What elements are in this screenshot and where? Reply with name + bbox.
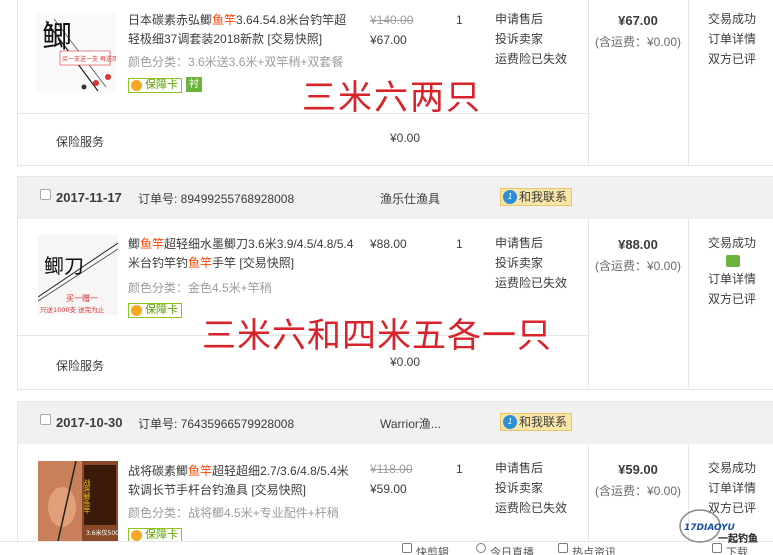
order-number: 订单号: 89499255768928008 — [138, 192, 295, 206]
annotation-overlay-1: 三米六两只 — [302, 78, 482, 118]
news-button[interactable]: 热点资讯 — [558, 543, 616, 555]
checkbox-icon[interactable] — [40, 189, 51, 200]
total-price-2: ¥88.00 — [618, 237, 658, 252]
product-image-3: 战将鲫鱼竿 3.6米仅50G — [38, 461, 118, 541]
checkbox-icon[interactable] — [40, 414, 51, 425]
product-attr-2: 颜色分类：金色4.5米+竿稍 — [128, 281, 272, 295]
insurance-price-2: ¥0.00 — [390, 355, 421, 369]
bottom-toolbar: 快剪辑 今日直播 热点资讯 下载 — [0, 541, 773, 555]
thumb-brand-text: 战将鲫鱼竿 — [83, 478, 91, 515]
service-links-2: 申请售后 投诉卖家 运费险已失效 — [495, 233, 567, 293]
badges-2: 保障卡 — [128, 302, 182, 318]
product-thumb-2[interactable]: 鲫刀 买一赠一 只送1000支 送完为止 — [38, 235, 118, 315]
guarantee-badge[interactable]: 保障卡 — [128, 78, 182, 93]
annotation-overlay-2: 三米六和四米五各一只 — [202, 316, 552, 356]
thumb-brand-text: 鲫 — [42, 20, 72, 55]
order-card-3: 战将鲫鱼竿 3.6米仅50G 战将碳素鲫鱼竿超轻超细2.7/3.6/4.8/5.… — [17, 444, 773, 555]
product-attr-1: 颜色分类：3.6米送3.6米+双竿稍+双套餐 — [128, 55, 344, 69]
contact-seller-button[interactable]: 1 和我联系 — [500, 413, 573, 431]
thumb-promo-red: 只送1000支 送完为止 — [40, 305, 105, 314]
product-attr-3: 颜色分类：战将鲫4.5米+专业配件+杆稍 — [128, 506, 339, 520]
review-status: 双方已评 — [708, 52, 757, 66]
quantity-2: 1 — [456, 237, 463, 251]
shield-icon — [131, 80, 142, 91]
thumb-brand-text: 鲫刀 — [44, 254, 84, 278]
contact-seller-button[interactable]: 1 和我联系 — [500, 188, 573, 206]
review-status: 双方已评 — [708, 292, 757, 306]
watermark-brand: 一起钓鱼 — [718, 532, 758, 545]
product-title-1[interactable]: 日本碳素赤弘鲫鱼竿3.64.54.8米台钓竿超轻极细37调套装2018新款 [交… — [128, 11, 356, 49]
product-image-2: 鲫刀 买一赠一 只送1000支 送完为止 — [38, 235, 118, 315]
original-price-1: ¥140.00 — [370, 13, 414, 27]
thumb-promo-text: 买一支送一支 再送双礼包 — [62, 55, 116, 63]
insurance-label-1: 保险服务 — [56, 135, 105, 149]
status-links-2: 交易成功 订单详情 双方已评 — [708, 233, 756, 309]
thumb-promo-text: 买一赠一 — [66, 293, 98, 303]
order-date: 2017-11-17 — [56, 190, 122, 205]
apply-aftersale-link[interactable]: 申请售后 — [495, 9, 567, 29]
shield-icon — [131, 305, 142, 316]
product-title-3[interactable]: 战将碳素鲫鱼竿超轻超细2.7/3.6/4.8/5.4米软调长节手杆台钓渔具 [交… — [128, 462, 356, 500]
thumb-promo-text: 3.6米仅50G — [86, 529, 118, 537]
badges-1: 保障卡衬 — [128, 77, 202, 93]
service-links-3: 申请售后 投诉卖家 运费险已失效 — [495, 458, 567, 518]
complain-seller-link[interactable]: 投诉卖家 — [495, 253, 567, 273]
wangwang-icon: 1 — [503, 415, 517, 429]
freight-insurance-status: 运费险已失效 — [495, 276, 568, 290]
unit-price-3: ¥59.00 — [370, 482, 407, 496]
quantity-3: 1 — [456, 462, 463, 476]
order-card-2: 鲫刀 买一赠一 只送1000支 送完为止 鲫鱼竿超轻细水墨鲫刀3.6米3.9/4… — [17, 219, 773, 390]
order-detail-link[interactable]: 订单详情 — [708, 478, 756, 498]
insurance-price-1: ¥0.00 — [390, 131, 421, 145]
scissors-icon — [402, 543, 412, 553]
original-price-3: ¥118.00 — [370, 462, 413, 476]
total-price-1: ¥67.00 — [618, 13, 658, 28]
complain-seller-link[interactable]: 投诉卖家 — [495, 29, 567, 49]
shipping-fee-2: (含运费：¥0.00) — [594, 259, 682, 273]
shield-icon — [131, 530, 142, 541]
order-date: 2017-10-30 — [56, 415, 123, 430]
site-watermark-logo: 17DIAOYU 一起钓鱼 — [679, 509, 758, 545]
unit-price-1: ¥67.00 — [370, 33, 407, 47]
quantity-1: 1 — [456, 13, 463, 27]
product-title-2[interactable]: 鲫鱼竿超轻细水墨鲫刀3.6米3.9/4.5/4.8/5.4米台钓竿钓鱼竿手竿 [… — [128, 235, 356, 273]
wangwang-icon: 1 — [503, 190, 517, 204]
guarantee-badge[interactable]: 保障卡 — [128, 303, 182, 318]
product-thumb-3[interactable]: 战将鲫鱼竿 3.6米仅50G — [38, 461, 118, 541]
order-detail-link[interactable]: 订单详情 — [708, 269, 756, 289]
play-icon — [476, 543, 486, 553]
watermark-url: 17DIAOYU — [684, 523, 736, 533]
complain-seller-link[interactable]: 投诉卖家 — [495, 478, 567, 498]
extra-badge[interactable]: 衬 — [186, 77, 202, 92]
order-header-3: 2017-10-30 订单号: 76435966579928008 Warrio… — [17, 401, 773, 445]
apply-aftersale-link[interactable]: 申请售后 — [495, 458, 567, 478]
freight-insurance-status: 运费险已失效 — [495, 52, 568, 66]
shop-name[interactable]: 渔乐仕渔具 — [380, 190, 440, 207]
order-detail-link[interactable]: 订单详情 — [708, 29, 756, 49]
trade-status: 交易成功 — [708, 461, 757, 475]
product-image-1: 鲫 买一支送一支 再送双礼包 — [36, 13, 116, 93]
product-thumb-1[interactable]: 鲫 买一支送一支 再送双礼包 — [36, 13, 116, 93]
shipping-fee-1: (含运费：¥0.00) — [594, 35, 682, 49]
freight-insurance-status: 运费险已失效 — [495, 501, 568, 515]
trade-status: 交易成功 — [708, 236, 757, 250]
insurance-label-2: 保险服务 — [56, 359, 105, 373]
total-price-3: ¥59.00 — [618, 462, 658, 477]
status-links-1: 交易成功 订单详情 双方已评 — [708, 9, 756, 69]
live-button[interactable]: 今日直播 — [476, 543, 534, 555]
order-header-2: 2017-11-17 订单号: 89499255768928008 渔乐仕渔具 … — [17, 176, 773, 220]
unit-price-2: ¥88.00 — [370, 237, 407, 251]
shipping-fee-3: (含运费：¥0.00) — [594, 484, 682, 498]
shop-name[interactable]: Warrior渔... — [380, 415, 441, 432]
apply-aftersale-link[interactable]: 申请售后 — [495, 233, 567, 253]
trade-status: 交易成功 — [708, 12, 757, 26]
service-links-1: 申请售后 投诉卖家 运费险已失效 — [495, 9, 567, 69]
news-icon — [558, 543, 568, 553]
order-number: 订单号: 76435966579928008 — [138, 417, 295, 431]
quick-edit-button[interactable]: 快剪辑 — [402, 543, 449, 555]
chat-icon[interactable] — [726, 255, 740, 267]
